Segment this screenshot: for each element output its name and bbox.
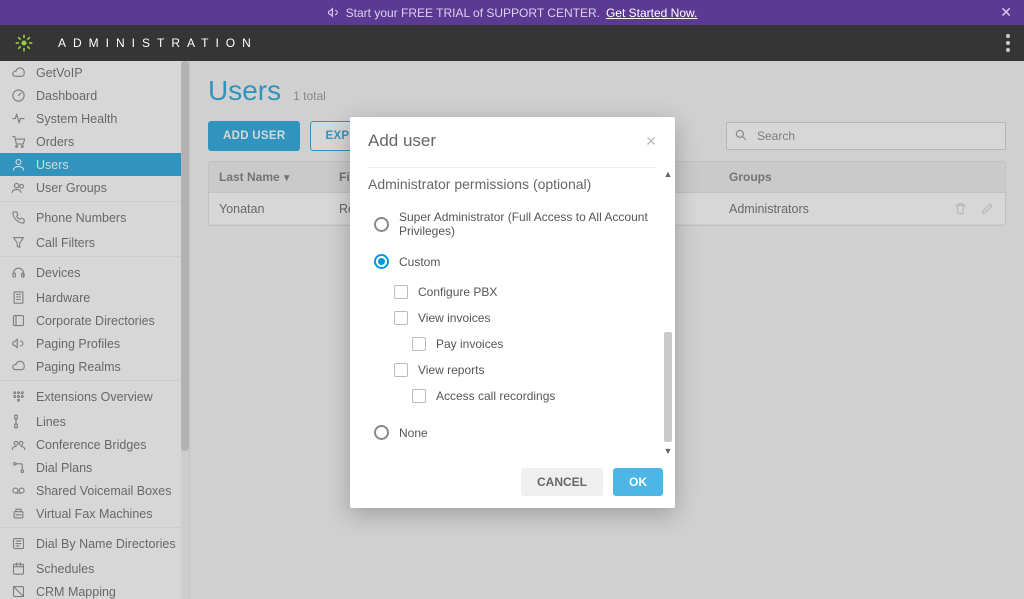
header-title: ADMINISTRATION [58,36,258,50]
check-pay-invoices[interactable]: Pay invoices [368,331,657,357]
modal-scrollbar[interactable]: ▲ ▼ [661,169,675,456]
check-view-invoices[interactable]: View invoices [368,305,657,331]
radio-label: Custom [399,255,440,269]
radio-icon [374,425,389,440]
radio-custom[interactable]: Custom [368,248,657,279]
checkbox-icon [394,363,408,377]
trial-banner: Start your FREE TRIAL of SUPPORT CENTER.… [0,0,1024,25]
radio-icon [374,254,389,269]
check-configure-pbx[interactable]: Configure PBX [368,279,657,305]
radio-label: None [399,426,428,440]
checkbox-icon [412,337,426,351]
check-view-reports[interactable]: View reports [368,357,657,383]
radio-label: Super Administrator (Full Access to All … [399,210,657,238]
scroll-up-icon[interactable]: ▲ [661,169,675,179]
add-user-modal: Add user ✕ Administrator permissions (op… [350,117,675,508]
radio-super-admin[interactable]: Super Administrator (Full Access to All … [368,204,657,248]
banner-link[interactable]: Get Started Now. [606,6,697,20]
modal-section-title: Administrator permissions (optional) [368,167,657,192]
banner-text: Start your FREE TRIAL of SUPPORT CENTER. [346,6,600,20]
checkbox-label: View invoices [418,311,490,325]
modal-title: Add user [368,131,436,151]
close-icon[interactable]: ✕ [645,133,657,150]
checkbox-label: View reports [418,363,484,377]
logo-icon [14,33,34,53]
kebab-menu-icon[interactable] [1006,34,1010,52]
checkbox-icon [394,311,408,325]
checkbox-icon [394,285,408,299]
cancel-button[interactable]: CANCEL [521,468,603,496]
radio-none[interactable]: None [368,419,657,450]
checkbox-label: Configure PBX [418,285,497,299]
ok-button[interactable]: OK [613,468,663,496]
checkbox-label: Pay invoices [436,337,503,351]
megaphone-icon [327,6,340,19]
close-icon[interactable]: ✕ [1000,4,1012,21]
checkbox-icon [412,389,426,403]
checkbox-label: Access call recordings [436,389,555,403]
check-access-recordings[interactable]: Access call recordings [368,383,657,409]
radio-icon [374,217,389,232]
scroll-down-icon[interactable]: ▼ [661,446,675,456]
app-header: ADMINISTRATION [0,25,1024,61]
